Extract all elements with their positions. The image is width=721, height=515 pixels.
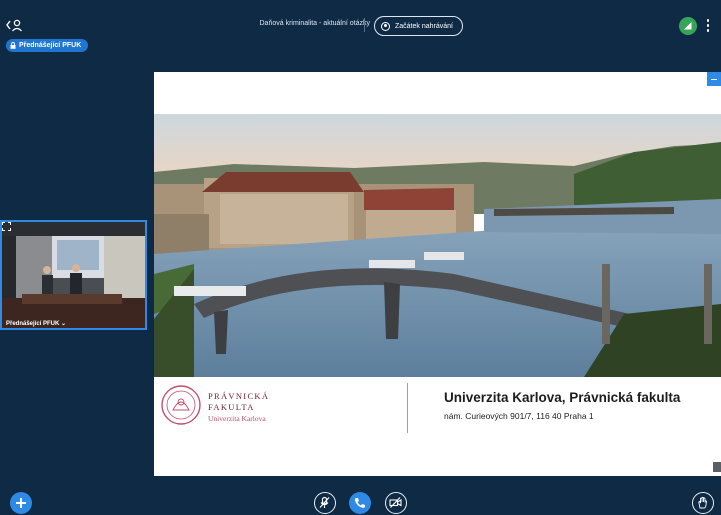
meeting-title: Daňová kriminalita - aktuální otázky [259, 20, 371, 27]
fullscreen-button[interactable] [713, 462, 721, 472]
slide-address: nám. Curieových 901/7, 116 40 Praha 1 [444, 411, 594, 421]
lock-icon [10, 42, 16, 49]
join-audio-button[interactable] [314, 492, 336, 514]
users-icon[interactable] [6, 18, 24, 32]
share-webcam-button[interactable] [385, 492, 407, 514]
expand-icon[interactable] [2, 222, 11, 231]
top-bar: Přednášející PFUK Daňová kriminalita - a… [0, 0, 721, 54]
webcam-tile[interactable]: Přednášející PFUK ⌄ [0, 220, 147, 330]
presentation-slide: PRÁVNICKÁ FAKULTA Univerzita Karlova Uni… [154, 72, 721, 476]
camera-off-icon [389, 497, 402, 508]
phone-icon [354, 498, 365, 508]
logo-line-2: FAKULTA [208, 402, 255, 412]
actions-plus-button[interactable] [10, 492, 32, 514]
webcam-video [2, 222, 145, 328]
logo-line-3: Univerzita Karlova [208, 414, 266, 423]
presenter-chip: Přednášející PFUK [6, 39, 89, 52]
faculty-seal-logo [161, 385, 201, 425]
record-icon [381, 21, 390, 31]
bottom-bar [0, 482, 721, 515]
slide-heading: Univerzita Karlova, Právnická fakulta [444, 390, 681, 405]
record-label: Začátek nahrávání [395, 22, 453, 30]
phone-button[interactable] [349, 492, 371, 514]
slide-divider [407, 383, 409, 433]
raise-hand-button[interactable] [692, 492, 714, 514]
webcam-name-label: Přednášející PFUK ⌄ [6, 321, 67, 327]
minimize-presentation-button[interactable] [707, 72, 721, 86]
connection-status-icon [684, 22, 692, 30]
presenter-chip-label: Přednášející PFUK [19, 42, 82, 49]
logo-line-1: PRÁVNICKÁ [208, 391, 270, 401]
more-options-icon[interactable] [704, 19, 712, 35]
microphone-muted-icon [319, 496, 330, 508]
prague-photo [154, 114, 721, 377]
start-recording-button[interactable]: Začátek nahrávání [374, 16, 463, 36]
connection-status-button[interactable] [679, 17, 697, 35]
title-divider [364, 18, 365, 32]
raise-hand-icon [698, 496, 707, 509]
